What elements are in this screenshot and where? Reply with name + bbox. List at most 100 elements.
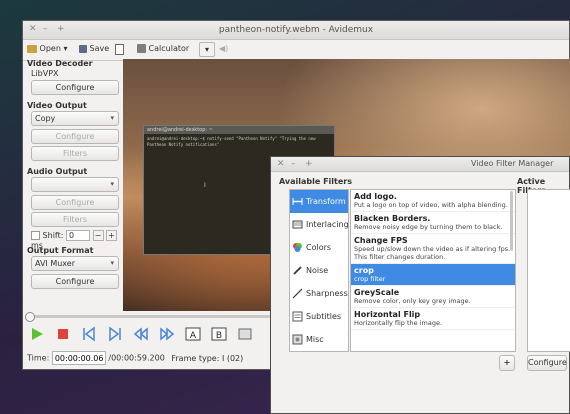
- output-format-value: AVI Muxer: [35, 259, 76, 268]
- audio-output-configure-button[interactable]: Configure: [31, 195, 119, 210]
- filter-item-blacken-borders[interactable]: Blacken Borders. Remove noisy edge by tu…: [351, 212, 515, 234]
- chevron-down-icon: ▾: [110, 114, 114, 122]
- save-button[interactable]: Save: [79, 44, 109, 53]
- video-decoder-codec: LibVPX: [31, 69, 59, 78]
- frame-type-text: Frame type: I (02): [171, 353, 244, 363]
- filter-manager-title: Video Filter Manager: [471, 159, 554, 168]
- svg-text:A: A: [190, 331, 197, 341]
- text-cursor: I: [204, 182, 206, 189]
- filter-category-list: Transform Interlacing Colors Noise Sharp…: [289, 189, 349, 352]
- audio-output-select[interactable]: ▾: [31, 177, 119, 192]
- shift-input[interactable]: 0: [65, 230, 90, 241]
- category-label: Interlacing: [306, 220, 349, 229]
- filter-name: GreyScale: [354, 288, 400, 297]
- shift-row: Shift: 0 − + ms: [31, 230, 127, 250]
- calculator-icon: [137, 44, 146, 53]
- shift-increment-button[interactable]: +: [106, 230, 118, 241]
- shift-unit: ms: [31, 241, 43, 250]
- save-label: Save: [89, 44, 110, 53]
- filter-description: Speed up/slow down the video as if alter…: [354, 245, 511, 261]
- category-sharpness[interactable]: Sharpness: [290, 282, 348, 305]
- filter-description: crop filter: [354, 275, 386, 283]
- terminal-line: andrei@andrei-desktop:~$ notify-send "Pa…: [147, 136, 316, 147]
- filter-name: crop: [354, 266, 374, 275]
- play-icon[interactable]: [29, 326, 45, 342]
- shift-checkbox[interactable]: [31, 231, 40, 240]
- output-format-select[interactable]: AVI Muxer ▾: [31, 256, 119, 271]
- speaker-icon[interactable]: ◀): [219, 44, 228, 53]
- transform-icon: [292, 198, 303, 205]
- filter-name: Horizontal Flip: [354, 310, 421, 319]
- info-button[interactable]: [115, 44, 124, 55]
- configure-filter-button[interactable]: Configure: [527, 355, 567, 371]
- filter-name: Add logo.: [354, 192, 397, 201]
- filter-manager-titlebar: ✕ – + Video Filter Manager: [271, 157, 569, 172]
- category-label: Transform: [306, 197, 346, 206]
- add-filter-button[interactable]: +: [499, 355, 515, 371]
- filter-name: Change FPS: [354, 236, 408, 245]
- video-output-configure-button[interactable]: Configure: [31, 129, 119, 144]
- save-icon: [79, 44, 87, 53]
- filter-description: Put a logo on top of video, with alpha b…: [354, 201, 508, 209]
- next-keyframe-icon[interactable]: [159, 326, 175, 342]
- stop-icon[interactable]: [55, 326, 71, 342]
- seek-handle[interactable]: [25, 312, 35, 322]
- duration-text: /00:00:59.200: [108, 353, 165, 363]
- subtitles-icon: [292, 311, 303, 322]
- toolbar-dropdown-button[interactable]: ▾: [199, 42, 215, 57]
- filter-item-crop[interactable]: crop crop filter: [351, 264, 515, 286]
- video-decoder-heading: Video Decoder: [27, 59, 93, 68]
- filter-name: Blacken Borders.: [354, 214, 431, 223]
- chevron-down-icon: ▾: [110, 180, 114, 188]
- chevron-down-icon: ▾: [204, 45, 209, 54]
- pen-icon: [292, 288, 303, 299]
- colors-icon: [293, 243, 302, 252]
- filter-item-add-logo[interactable]: Add logo. Put a logo on top of video, wi…: [351, 190, 515, 212]
- previous-keyframe-icon[interactable]: [133, 326, 149, 342]
- video-decoder-configure-button[interactable]: Configure: [31, 80, 119, 95]
- category-colors[interactable]: Colors: [290, 236, 348, 259]
- main-titlebar: ✕ – + pantheon-notify.webm - Avidemux: [23, 21, 569, 40]
- chevron-down-icon: ▾: [110, 259, 114, 267]
- set-marker-a-icon[interactable]: A: [185, 326, 201, 342]
- filter-list-scrollbar[interactable]: [510, 191, 513, 251]
- maximize-window-icon[interactable]: +: [305, 159, 313, 169]
- filter-item-change-fps[interactable]: Change FPS Speed up/slow down the video …: [351, 234, 515, 264]
- video-output-filters-button[interactable]: Filters: [31, 146, 119, 161]
- document-info-icon: [115, 44, 124, 55]
- go-to-marker-icon[interactable]: [237, 326, 253, 342]
- category-label: Noise: [306, 266, 329, 275]
- set-marker-b-icon[interactable]: B: [211, 326, 227, 342]
- shift-decrement-button[interactable]: −: [92, 230, 104, 241]
- video-output-value: Copy: [35, 114, 56, 123]
- filter-item-horizontal-flip[interactable]: Horizontal Flip Horizontally flip the im…: [351, 308, 515, 330]
- audio-output-heading: Audio Output: [27, 167, 88, 176]
- video-filter-manager-dialog: ✕ – + Video Filter Manager Available Fil…: [270, 156, 570, 414]
- calculator-button[interactable]: Calculator: [137, 44, 189, 53]
- chevron-down-icon: ▾: [63, 44, 68, 53]
- category-label: Sharpness: [306, 289, 348, 298]
- category-interlacing[interactable]: Interlacing: [290, 213, 349, 236]
- active-filter-list: [527, 189, 570, 352]
- window-title: pantheon-notify.webm - Avidemux: [218, 25, 374, 35]
- video-output-heading: Video Output: [27, 101, 87, 110]
- category-noise[interactable]: Noise: [290, 259, 348, 282]
- category-label: Misc: [306, 335, 324, 344]
- brush-icon: [293, 266, 302, 275]
- video-output-select[interactable]: Copy ▾: [31, 111, 119, 126]
- category-subtitles[interactable]: Subtitles: [290, 305, 348, 328]
- previous-frame-icon[interactable]: [81, 326, 97, 342]
- category-transform[interactable]: Transform: [290, 190, 348, 213]
- output-format-configure-button[interactable]: Configure: [31, 274, 119, 289]
- category-label: Colors: [306, 243, 332, 252]
- audio-output-filters-button[interactable]: Filters: [31, 212, 119, 227]
- close-window-icon[interactable]: ✕: [277, 159, 285, 169]
- filter-item-greyscale[interactable]: GreyScale Remove color, only key grey im…: [351, 286, 515, 308]
- folder-icon: [27, 44, 37, 53]
- category-misc[interactable]: Misc: [290, 328, 348, 351]
- minimize-window-icon[interactable]: –: [291, 159, 296, 169]
- time-field[interactable]: [51, 351, 106, 365]
- open-button[interactable]: Open ▾: [27, 44, 67, 53]
- next-frame-icon[interactable]: [107, 326, 123, 342]
- terminal-title: andrei@andrei-desktop: ~: [144, 126, 334, 134]
